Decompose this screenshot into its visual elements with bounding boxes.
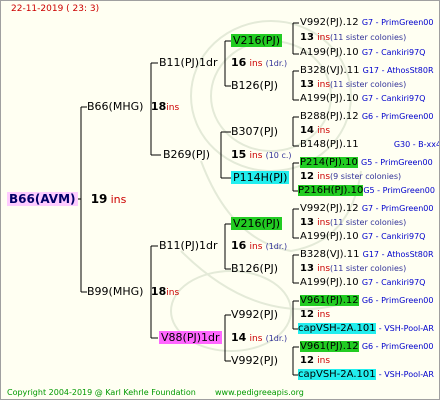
copyright-text: Copyright 2004-2019 @ Karl Kehrle Founda… [7,388,196,397]
root-node[interactable]: B66(AVM) 19 ins [7,192,127,207]
l1-node-0[interactable]: B66(MHG) 18ins [87,101,179,114]
report-date: 22-11-2019 ( 23: 3) [11,4,100,14]
l2-node-3[interactable]: V88(PJ)1dr [159,331,222,344]
l4-info: 12 ins [300,355,331,366]
l2-info-3: 14 ins (1dr.) [231,331,288,345]
l4-sire[interactable]: V992(PJ).12 G7 - PrimGreen00 [300,203,433,215]
footer-url[interactable]: www.pedigreeapis.org [215,387,304,399]
l3-node-5[interactable]: B126(PJ) [231,263,278,275]
l2-node-2[interactable]: B11(PJ)1dr [159,240,218,252]
l2-node-0[interactable]: B11(PJ)1dr [159,57,218,69]
l4-sire[interactable]: P214(PJ).10 G5 - PrimGreen00 [300,157,433,169]
l2-id: B11(PJ)1dr [159,239,218,252]
l4-dam[interactable]: P216H(PJ).10G5 - PrimGreen00 [298,185,435,197]
pedigree-frame: { "header": { "date": "22-11-2019 ( 23: … [0,0,440,400]
l3-node-4[interactable]: V216(PJ) [231,217,282,230]
l3-node-2[interactable]: B307(PJ) [231,126,278,138]
l4-info: 13 ins(11 sister colonies) [300,79,407,90]
l1-node-1[interactable]: B99(MHG) 18ins [87,286,179,299]
l1-id: B66(MHG) [87,100,144,113]
l1-ins: ins [166,288,180,298]
l4-info: 13 ins(11 sister colonies) [300,32,407,43]
l4-sire[interactable]: B288(PJ).12 G6 - PrimGreen00 [300,111,433,123]
l4-dam[interactable]: A199(PJ).10 G7 - Cankiri97Q [300,277,425,289]
root-id: B66(AVM) [7,192,78,206]
l4-info: 14 ins [300,125,331,136]
l4-dam[interactable]: A199(PJ).10 G7 - Cankiri97Q [300,93,425,105]
l3-node-7[interactable]: V992(PJ) [231,355,278,367]
l2-node-1[interactable]: B269(PJ) [163,149,210,161]
l4-sire[interactable]: B328(VJ).11 G17 - AthosSt80R [300,65,434,77]
l2-info-2: 16 ins (1dr.) [231,239,288,253]
l1-id: B99(MHG) [87,285,144,298]
l4-dam[interactable]: capVSH-2A.101 - VSH-Pool-AR [298,323,434,335]
l3-node-3[interactable]: P114H(PJ) [231,171,290,184]
l1-gen: 18 [150,285,167,298]
l2-info-0: 16 ins (1dr.) [231,56,288,70]
l4-info: 13 ins(11 sister colonies) [300,263,407,274]
l1-ins: ins [166,103,180,113]
l2-id: B11(PJ)1dr [159,56,218,69]
l4-dam[interactable]: capVSH-2A.101 - VSH-Pool-AR [298,369,434,381]
l2-id: V88(PJ)1dr [159,331,222,344]
l4-sire[interactable]: B328(VJ).11 G17 - AthosSt80R [300,249,434,261]
l2-id: B269(PJ) [163,148,211,161]
l1-gen: 18 [150,100,167,113]
root-ins: ins [110,193,127,206]
l4-info: 13 ins(11 sister colonies) [300,217,407,228]
l4-info: 12 ins(9 sister colonies) [300,171,402,182]
l4-dam[interactable]: B148(PJ).11 G30 - B-xx43 [300,139,439,151]
l4-sire[interactable]: V992(PJ).12 G7 - PrimGreen00 [300,17,433,29]
l4-dam[interactable]: A199(PJ).10 G7 - Cankiri97Q [300,231,425,243]
l4-info: 12 ins [300,309,331,320]
l3-node-6[interactable]: V992(PJ) [231,309,278,321]
root-generation: 19 [90,192,108,206]
l4-sire[interactable]: V961(PJ).12 G6 - PrimGreen00 [300,295,433,307]
l4-sire[interactable]: V961(PJ).12 G6 - PrimGreen00 [300,341,433,353]
l3-node-1[interactable]: B126(PJ) [231,80,278,92]
l2-info-1: 15 ins (10 c.) [231,148,292,162]
l3-node-0[interactable]: V216(PJ) [231,34,282,47]
l4-dam[interactable]: A199(PJ).10 G7 - Cankiri97Q [300,47,425,59]
